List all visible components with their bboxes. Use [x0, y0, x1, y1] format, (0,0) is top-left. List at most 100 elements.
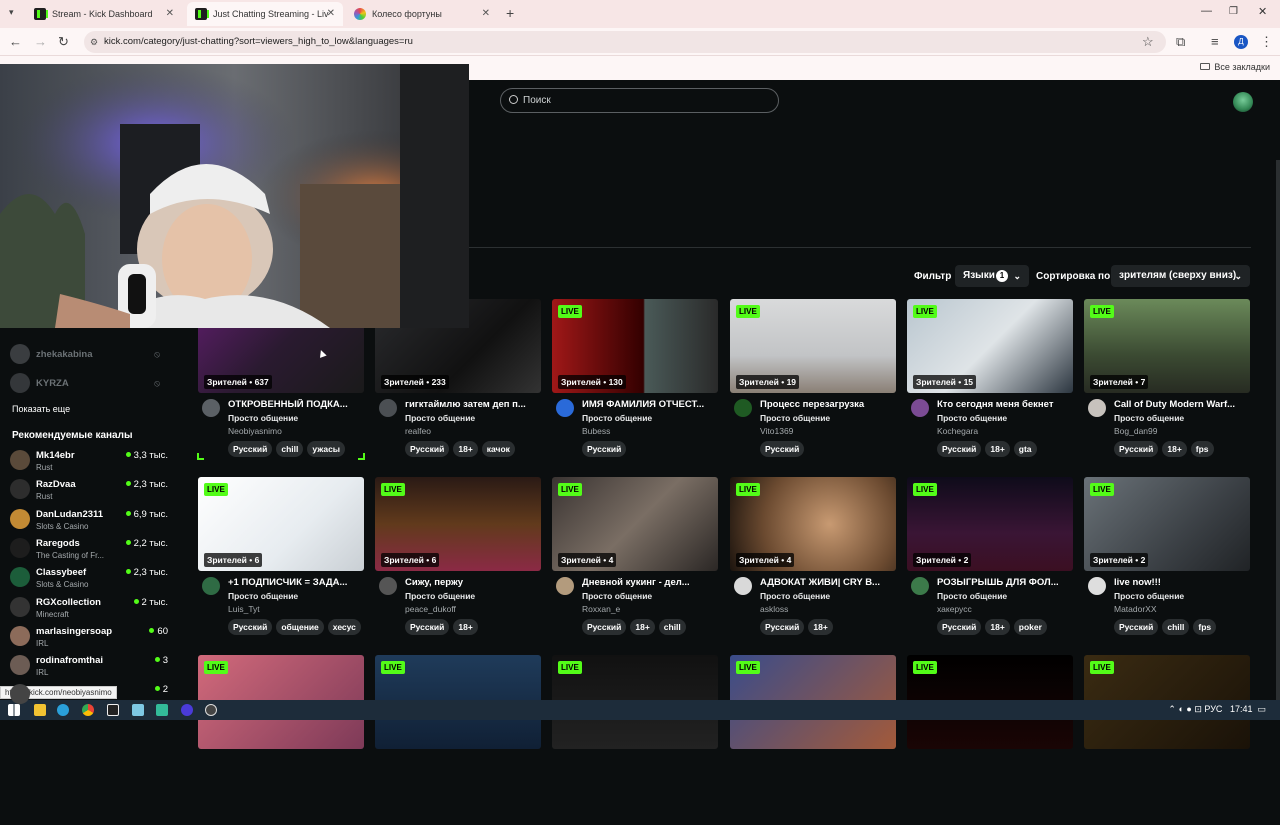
- tag-chip[interactable]: chill: [276, 441, 304, 457]
- stream-card[interactable]: LIVE: [730, 655, 896, 825]
- channel-avatar[interactable]: [734, 399, 752, 417]
- stream-title[interactable]: ИМЯ ФАМИЛИЯ ОТЧЕСТ...: [582, 399, 716, 410]
- channel-avatar[interactable]: [911, 577, 929, 595]
- tag-chip[interactable]: chill: [1162, 619, 1190, 635]
- minimize-icon[interactable]: —: [1201, 5, 1212, 17]
- sidebar-recommended-channel[interactable]: Raregods The Casting of Fr... 2,2 тыс.: [10, 536, 168, 564]
- stream-title[interactable]: Call of Duty Modern Warf...: [1114, 399, 1248, 410]
- tag-chip[interactable]: хесус: [327, 619, 361, 635]
- stream-card[interactable]: LIVE Зрителей • 4 АДВОКАТ ЖИВИ| CRY B... Пр…: [730, 477, 896, 647]
- reload-icon[interactable]: ↻: [58, 34, 69, 50]
- tag-chip[interactable]: 18+: [808, 619, 833, 635]
- app-icon[interactable]: [205, 704, 217, 716]
- extensions-icon[interactable]: ⧉: [1176, 34, 1185, 50]
- tab-just-chatting[interactable]: Just Chatting Streaming - Live S ✕: [187, 2, 343, 26]
- stream-thumbnail[interactable]: LIVE Зрителей • 4: [552, 477, 718, 571]
- tab-wheel-of-fortune[interactable]: Колесо фортуны ✕: [346, 2, 498, 26]
- stream-category[interactable]: Просто общение: [760, 591, 830, 601]
- sidebar-recommended-channel[interactable]: rodinafromthai IRL 3: [10, 653, 168, 681]
- menu-kebab-icon[interactable]: ⋮: [1260, 34, 1273, 50]
- stream-card[interactable]: LIVE: [198, 655, 364, 825]
- stream-category[interactable]: Просто общение: [405, 413, 475, 423]
- channel-name[interactable]: askloss: [760, 604, 788, 614]
- stream-thumbnail[interactable]: LIVE Зрителей • 4: [730, 477, 896, 571]
- languages-dropdown[interactable]: Языки 1 ⌄: [955, 265, 1029, 287]
- stream-title[interactable]: ОТКРОВЕННЫЙ ПОДКА...: [228, 399, 362, 410]
- address-bar[interactable]: ⚙ kick.com/category/just-chatting?sort=v…: [84, 31, 1166, 53]
- bookmark-star-icon[interactable]: ☆: [1142, 34, 1154, 50]
- channel-name[interactable]: Bubess: [582, 426, 610, 436]
- tag-chip[interactable]: Русский: [582, 619, 627, 635]
- tag-chip[interactable]: Русский: [760, 619, 805, 635]
- search-input[interactable]: Поиск: [500, 88, 779, 113]
- stream-category[interactable]: Просто общение: [1114, 413, 1184, 423]
- stream-title[interactable]: Дневной кукинг - дел...: [582, 577, 716, 588]
- tag-chip[interactable]: poker: [1013, 619, 1047, 635]
- sidebar-recommended-channel[interactable]: DanLudan2311 Slots & Casino 6,9 тыс.: [10, 507, 168, 535]
- channel-name[interactable]: realfeo: [405, 426, 431, 436]
- channel-name[interactable]: peace_dukoff: [405, 604, 456, 614]
- restore-icon[interactable]: ❐: [1229, 6, 1238, 17]
- stream-title[interactable]: live now!!!: [1114, 577, 1248, 588]
- tag-chip[interactable]: Русский: [1114, 619, 1159, 635]
- app-icon[interactable]: [181, 704, 193, 716]
- close-tab-icon[interactable]: ✕: [166, 8, 174, 19]
- channel-avatar[interactable]: [556, 577, 574, 595]
- tag-chip[interactable]: gta: [1013, 441, 1037, 457]
- user-avatar[interactable]: [1233, 92, 1253, 112]
- stream-category[interactable]: Просто общение: [760, 413, 830, 423]
- stream-card[interactable]: LIVE Зрителей • 130 ИМЯ ФАМИЛИЯ ОТЧЕСТ... П…: [552, 299, 718, 469]
- stream-category[interactable]: Просто общение: [582, 413, 652, 423]
- sidebar-followed-channel[interactable]: zhekakabina ⦸: [10, 342, 168, 370]
- tag-chip[interactable]: Русский: [1114, 441, 1159, 457]
- channel-avatar[interactable]: [556, 399, 574, 417]
- tag-chip[interactable]: 18+: [453, 619, 478, 635]
- channel-name[interactable]: хакерусс: [937, 604, 972, 614]
- tag-chip[interactable]: Русский: [228, 619, 273, 635]
- stream-card[interactable]: LIVE: [1084, 655, 1250, 825]
- sidebar-recommended-channel[interactable]: 2: [10, 682, 168, 710]
- channel-avatar[interactable]: [202, 399, 220, 417]
- site-info-icon[interactable]: ⚙: [90, 31, 98, 53]
- channel-name[interactable]: MatadorXX: [1114, 604, 1157, 614]
- all-bookmarks-link[interactable]: Все закладки: [1200, 62, 1270, 72]
- sidebar-followed-channel[interactable]: KYRZA ⦸: [10, 371, 168, 399]
- new-tab-icon[interactable]: +: [506, 5, 514, 21]
- tag-chip[interactable]: общение: [276, 619, 324, 635]
- sidebar-recommended-channel[interactable]: Mk14ebr Rust 3,3 тыс.: [10, 448, 168, 476]
- stream-title[interactable]: гигктаймлю затем деп п...: [405, 399, 539, 410]
- channel-avatar[interactable]: [379, 577, 397, 595]
- channel-avatar[interactable]: [1088, 399, 1106, 417]
- stream-card[interactable]: LIVE Зрителей • 15 Кто сегодня меня бекнет…: [907, 299, 1073, 469]
- close-tab-icon[interactable]: ✕: [327, 8, 335, 19]
- sidebar-recommended-channel[interactable]: Classybeef Slots & Casino 2,3 тыс.: [10, 565, 168, 593]
- stream-title[interactable]: +1 ПОДПИСЧИК = ЗАДА...: [228, 577, 362, 588]
- tag-chip[interactable]: 18+: [1162, 441, 1187, 457]
- stream-category[interactable]: Просто общение: [228, 591, 298, 601]
- media-icon[interactable]: ≡: [1211, 34, 1219, 49]
- stream-category[interactable]: Просто общение: [937, 591, 1007, 601]
- stream-thumbnail[interactable]: LIVE Зрителей • 7: [1084, 299, 1250, 393]
- channel-name[interactable]: Luis_Tyt: [228, 604, 260, 614]
- stream-thumbnail[interactable]: LIVE Зрителей • 6: [375, 477, 541, 571]
- back-icon[interactable]: ←: [9, 34, 22, 49]
- tag-chip[interactable]: fps: [1190, 441, 1214, 457]
- stream-thumbnail[interactable]: LIVE Зрителей • 2: [1084, 477, 1250, 571]
- stream-title[interactable]: Кто сегодня меня бекнет: [937, 399, 1071, 410]
- tab-kick-dashboard[interactable]: Stream - Kick Dashboard ✕: [26, 2, 182, 26]
- stream-card[interactable]: LIVE: [375, 655, 541, 825]
- channel-avatar[interactable]: [202, 577, 220, 595]
- channel-name[interactable]: Neobiyasnimo: [228, 426, 282, 436]
- stream-thumbnail[interactable]: LIVE Зрителей • 19: [730, 299, 896, 393]
- sidebar-recommended-channel[interactable]: RGXcollection Minecraft 2 тыс.: [10, 595, 168, 623]
- tag-chip[interactable]: Русский: [760, 441, 805, 457]
- channel-avatar[interactable]: [734, 577, 752, 595]
- forward-icon[interactable]: →: [34, 34, 47, 49]
- stream-card[interactable]: LIVE Зрителей • 19 Процесс перезагрузка Про…: [730, 299, 896, 469]
- tag-chip[interactable]: Русский: [405, 619, 450, 635]
- close-tab-icon[interactable]: ✕: [482, 8, 490, 19]
- stream-thumbnail[interactable]: LIVE Зрителей • 15: [907, 299, 1073, 393]
- tag-chip[interactable]: Русский: [937, 619, 982, 635]
- tag-chip[interactable]: fps: [1193, 619, 1217, 635]
- tag-chip[interactable]: ужасы: [307, 441, 346, 457]
